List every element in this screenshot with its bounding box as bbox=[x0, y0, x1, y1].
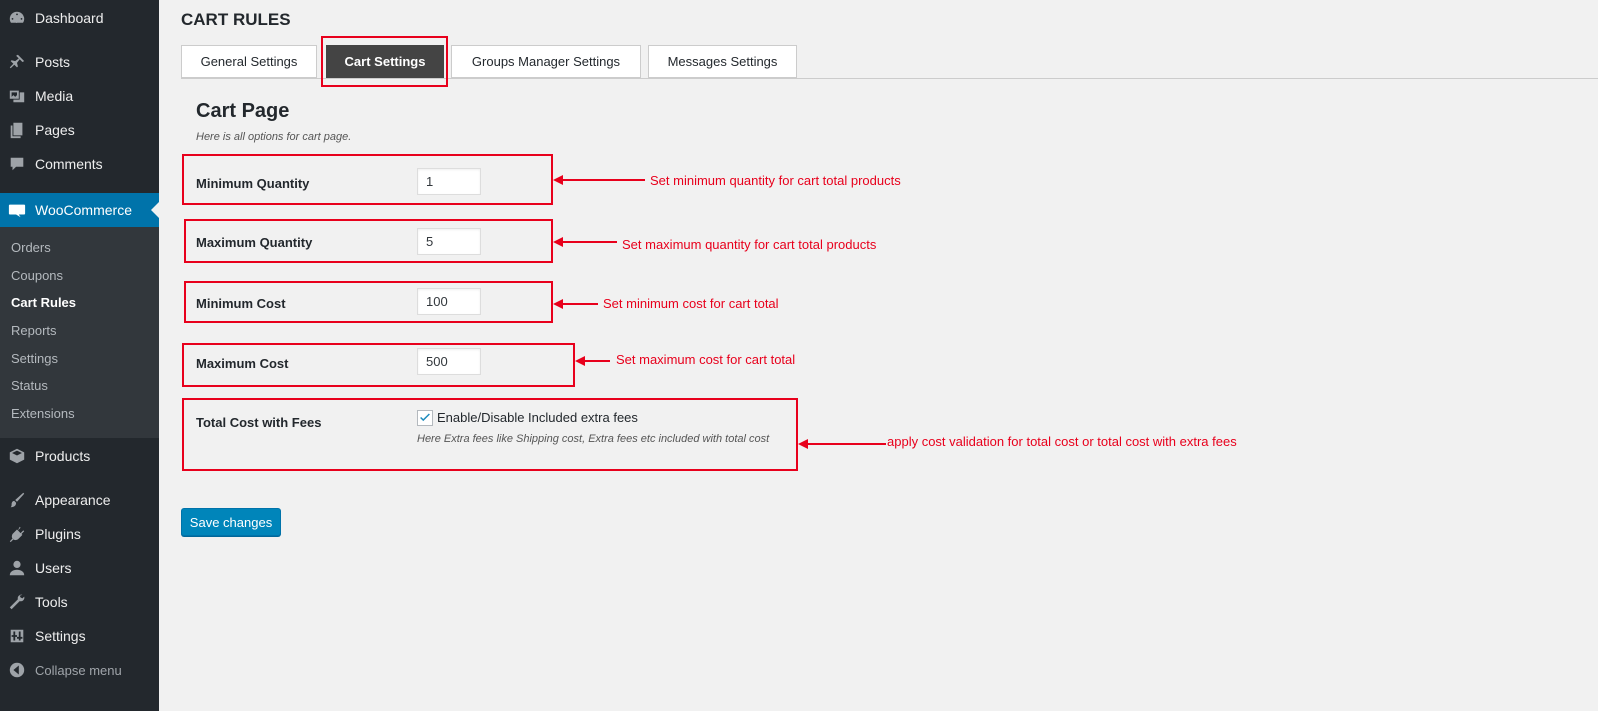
submenu-item-coupons[interactable]: Coupons bbox=[11, 268, 63, 283]
sidebar-item-settings[interactable]: Settings bbox=[0, 619, 159, 653]
submenu-item-settings[interactable]: Settings bbox=[11, 351, 58, 366]
collapse-icon bbox=[7, 660, 27, 680]
submenu-item-orders[interactable]: Orders bbox=[11, 240, 51, 255]
arrow-line bbox=[806, 443, 886, 445]
brush-icon bbox=[7, 490, 27, 510]
sidebar-item-label: Dashboard bbox=[35, 10, 104, 26]
extra-fees-checkbox[interactable] bbox=[417, 410, 433, 426]
sidebar-item-label: Settings bbox=[35, 628, 86, 644]
comment-icon bbox=[7, 154, 27, 174]
collapse-menu-button[interactable]: Collapse menu bbox=[0, 653, 159, 687]
sidebar-item-label: Pages bbox=[35, 122, 75, 138]
max-quantity-label: Maximum Quantity bbox=[196, 235, 313, 250]
sidebar-item-label: WooCommerce bbox=[35, 202, 132, 218]
submenu-item-extensions[interactable]: Extensions bbox=[11, 406, 75, 421]
max-cost-label: Maximum Cost bbox=[196, 356, 289, 371]
tab-messages-settings[interactable]: Messages Settings bbox=[648, 45, 797, 78]
user-icon bbox=[7, 558, 27, 578]
woo-icon bbox=[7, 200, 27, 220]
sidebar-item-plugins[interactable]: Plugins bbox=[0, 517, 159, 551]
active-menu-arrow bbox=[151, 202, 159, 218]
woocommerce-submenu: Orders Coupons Cart Rules Reports Settin… bbox=[0, 227, 159, 438]
plugin-icon bbox=[7, 524, 27, 544]
annotation-max-cost: Set maximum cost for cart total bbox=[616, 352, 796, 367]
save-changes-button[interactable]: Save changes bbox=[181, 508, 281, 536]
sidebar-item-label: Tools bbox=[35, 594, 68, 610]
tab-groups-manager-settings[interactable]: Groups Manager Settings bbox=[451, 45, 641, 78]
pages-icon bbox=[7, 120, 27, 140]
extra-fees-checkbox-label[interactable]: Enable/Disable Included extra fees bbox=[437, 410, 638, 425]
sidebar-item-label: Comments bbox=[35, 156, 103, 172]
sidebar-item-tools[interactable]: Tools bbox=[0, 585, 159, 619]
checkmark-icon bbox=[420, 413, 430, 422]
sidebar-item-woocommerce[interactable]: WooCommerce bbox=[0, 193, 159, 227]
media-icon bbox=[7, 86, 27, 106]
min-quantity-label: Minimum Quantity bbox=[196, 176, 310, 191]
dashboard-icon bbox=[7, 8, 27, 28]
max-quantity-input[interactable] bbox=[417, 228, 481, 255]
sidebar-item-label: Appearance bbox=[35, 492, 111, 508]
annotation-max-quantity: Set maximum quantity for cart total prod… bbox=[622, 237, 877, 252]
submenu-item-reports[interactable]: Reports bbox=[11, 323, 57, 338]
pin-icon bbox=[7, 52, 27, 72]
arrow-line bbox=[583, 360, 610, 362]
sidebar-item-dashboard[interactable]: Dashboard bbox=[0, 1, 159, 35]
sidebar-item-label: Plugins bbox=[35, 526, 81, 542]
arrow-line bbox=[561, 179, 645, 181]
sidebar-item-label: Products bbox=[35, 448, 91, 464]
min-quantity-input[interactable] bbox=[417, 168, 481, 195]
annotation-fees: apply cost validation for total cost or … bbox=[887, 434, 1237, 449]
sidebar-item-pages[interactable]: Pages bbox=[0, 113, 159, 147]
page-title: CART RULES bbox=[181, 10, 291, 29]
sidebar-item-products[interactable]: Products bbox=[0, 439, 159, 473]
admin-sidebar: Dashboard Posts Media Pages Comments Woo… bbox=[0, 0, 159, 711]
sidebar-item-label: Media bbox=[35, 88, 74, 104]
fees-label: Total Cost with Fees bbox=[196, 415, 322, 430]
annotation-min-cost: Set minimum cost for cart total bbox=[603, 296, 779, 311]
section-title: Cart Page bbox=[196, 100, 290, 122]
min-cost-label: Minimum Cost bbox=[196, 296, 286, 311]
settings-icon bbox=[7, 626, 27, 646]
sidebar-item-comments[interactable]: Comments bbox=[0, 147, 159, 181]
sidebar-item-users[interactable]: Users bbox=[0, 551, 159, 585]
sidebar-item-media[interactable]: Media bbox=[0, 79, 159, 113]
collapse-label: Collapse menu bbox=[35, 662, 122, 678]
submenu-item-status[interactable]: Status bbox=[11, 378, 48, 393]
tab-general-settings[interactable]: General Settings bbox=[181, 45, 317, 78]
arrow-line bbox=[561, 241, 617, 243]
annotation-min-quantity: Set minimum quantity for cart total prod… bbox=[650, 173, 901, 188]
wrench-icon bbox=[7, 592, 27, 612]
products-icon bbox=[7, 446, 27, 466]
extra-fees-description: Here Extra fees like Shipping cost, Extr… bbox=[417, 433, 770, 445]
section-description: Here is all options for cart page. bbox=[196, 131, 352, 143]
highlight-box-tab bbox=[321, 36, 448, 87]
sidebar-item-appearance[interactable]: Appearance bbox=[0, 483, 159, 517]
sidebar-item-label: Posts bbox=[35, 54, 71, 70]
submenu-item-cart-rules[interactable]: Cart Rules bbox=[11, 295, 76, 310]
min-cost-input[interactable] bbox=[417, 288, 481, 315]
arrow-line bbox=[561, 303, 598, 305]
sidebar-item-posts[interactable]: Posts bbox=[0, 45, 159, 79]
sidebar-item-label: Users bbox=[35, 560, 72, 576]
max-cost-input[interactable] bbox=[417, 348, 481, 375]
